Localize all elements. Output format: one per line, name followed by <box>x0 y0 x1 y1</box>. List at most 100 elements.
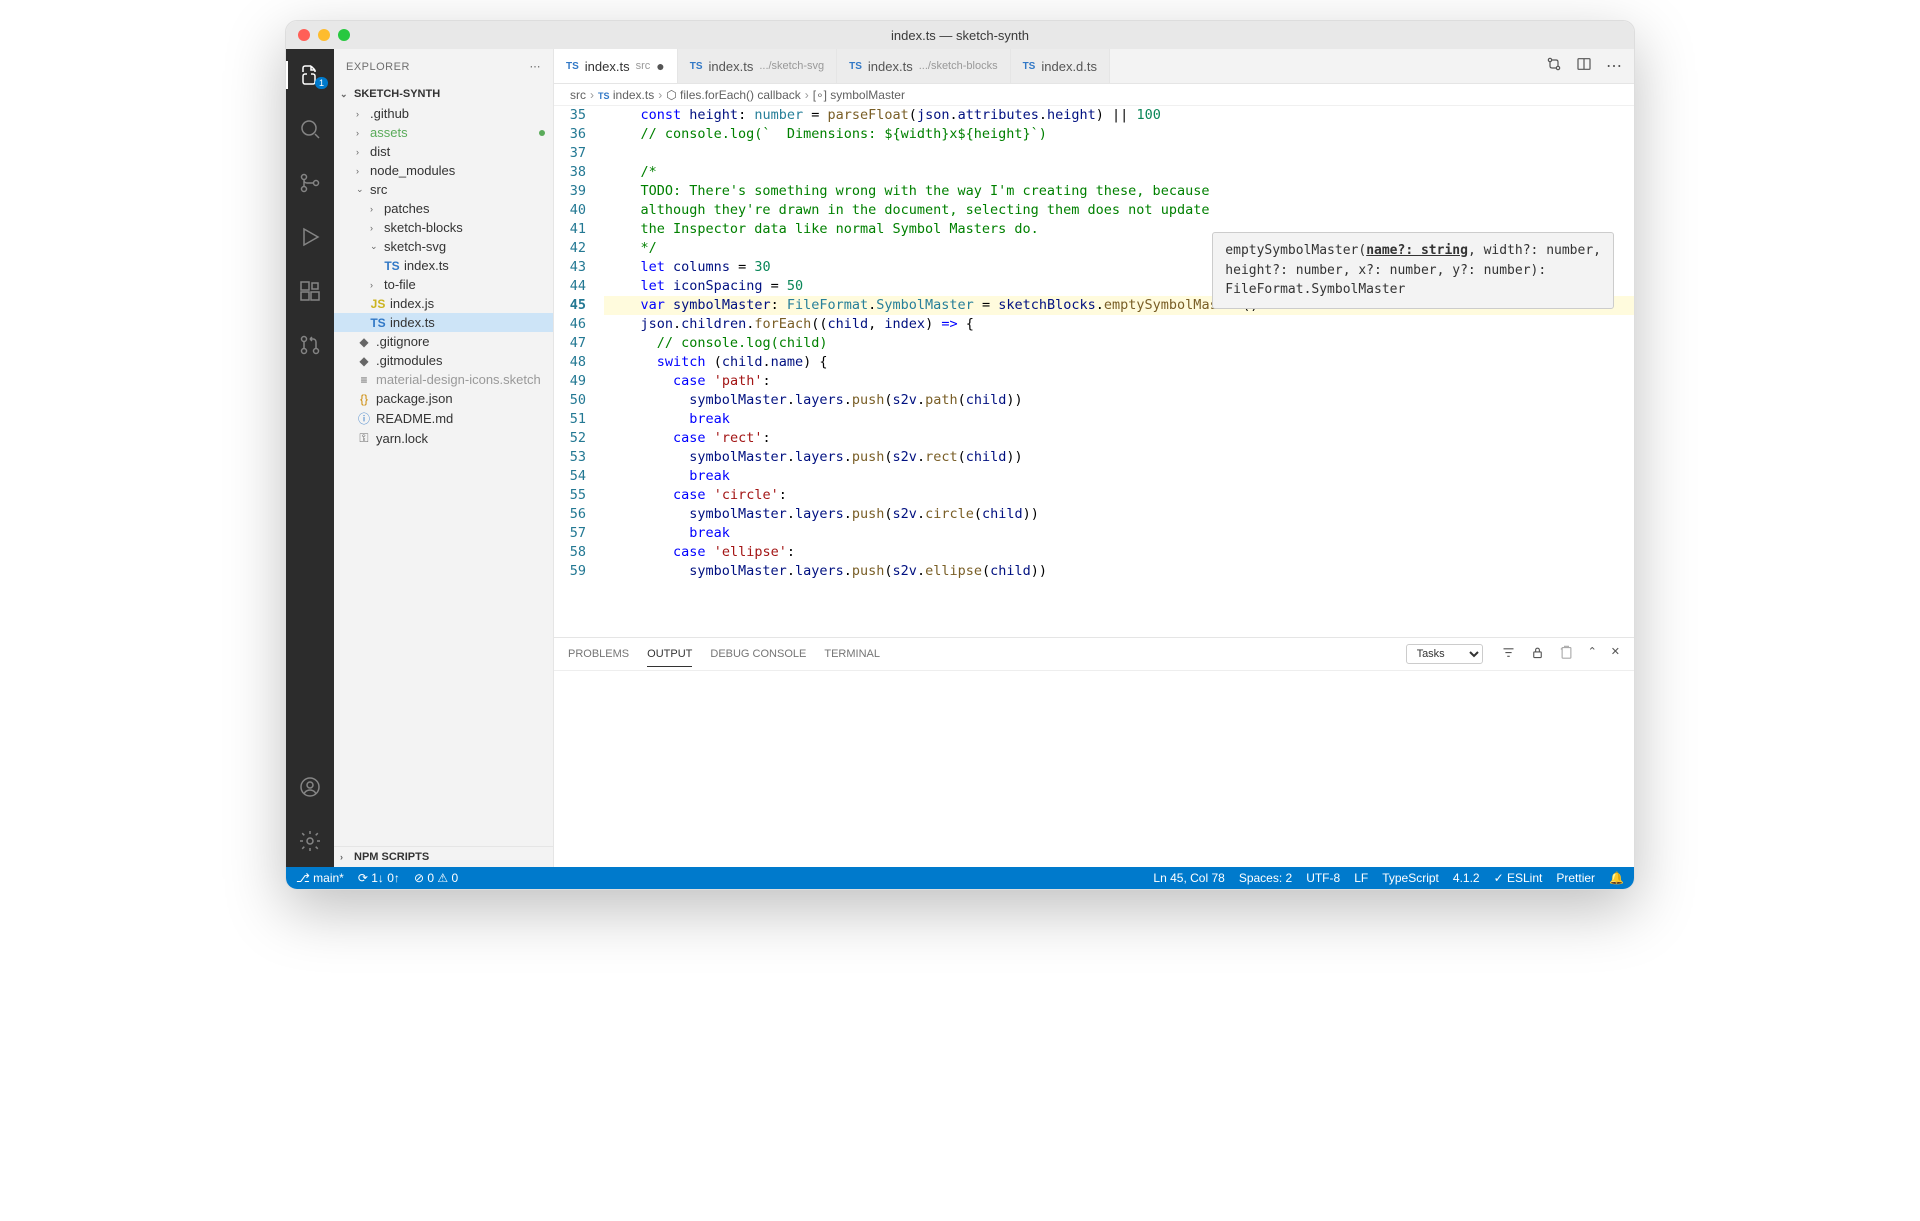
folder-item[interactable]: ⌄sketch-svg <box>334 237 553 256</box>
pull-requests-icon[interactable] <box>286 327 334 363</box>
panel-body <box>554 671 1634 867</box>
code-editor[interactable]: 3536373839404142434445464748495051525354… <box>554 106 1634 637</box>
git-sync[interactable]: ⟳ 1↓ 0↑ <box>358 871 400 885</box>
filter-icon[interactable] <box>1501 645 1516 663</box>
extensions-icon[interactable] <box>286 273 334 309</box>
code-line[interactable]: symbolMaster.layers.push(s2v.rect(child)… <box>604 448 1634 467</box>
close-window-icon[interactable] <box>298 29 310 41</box>
folder-item[interactable]: ›assets <box>334 123 553 142</box>
folder-item[interactable]: ›to-file <box>334 275 553 294</box>
code-content[interactable]: const height: number = parseFloat(json.a… <box>604 106 1634 637</box>
breadcrumb-item[interactable]: ⬡ files.forEach() callback <box>666 88 801 102</box>
split-editor-icon[interactable] <box>1576 56 1592 77</box>
tree-item-label: to-file <box>384 277 416 292</box>
code-line[interactable]: switch (child.name) { <box>604 353 1634 372</box>
language-mode[interactable]: TypeScript <box>1382 871 1439 885</box>
folder-item[interactable]: › node_modules <box>334 161 553 180</box>
zoom-window-icon[interactable] <box>338 29 350 41</box>
sidebar: EXPLORER ⋯ ⌄ SKETCH-SYNTH ›.github›asset… <box>334 49 554 867</box>
code-line[interactable]: although they're drawn in the document, … <box>604 201 1634 220</box>
panel-tab[interactable]: PROBLEMS <box>568 642 629 666</box>
cursor-position[interactable]: Ln 45, Col 78 <box>1153 871 1224 885</box>
code-line[interactable]: case 'path': <box>604 372 1634 391</box>
breadcrumb-item[interactable]: src <box>570 88 586 102</box>
file-item[interactable]: TSindex.ts <box>334 313 553 332</box>
code-line[interactable]: /* <box>604 163 1634 182</box>
panel-tab[interactable]: TERMINAL <box>824 642 880 666</box>
clear-output-icon[interactable] <box>1559 645 1574 663</box>
code-line[interactable]: break <box>604 467 1634 486</box>
panel-tab[interactable]: DEBUG CONSOLE <box>710 642 806 666</box>
output-channel-select[interactable]: Tasks <box>1406 644 1483 664</box>
run-debug-icon[interactable] <box>286 219 334 255</box>
breadcrumb[interactable]: src›TS index.ts›⬡ files.forEach() callba… <box>554 84 1634 106</box>
ts-version[interactable]: 4.1.2 <box>1453 871 1480 885</box>
code-line[interactable]: // console.log(` Dimensions: ${width}x${… <box>604 125 1634 144</box>
folder-item[interactable]: ›dist <box>334 142 553 161</box>
source-control-icon[interactable] <box>286 165 334 201</box>
code-line[interactable]: // console.log(child) <box>604 334 1634 353</box>
ts-file-icon: TS <box>1023 61 1036 72</box>
editor-tab[interactable]: TSindex.ts.../sketch-svg <box>678 49 837 83</box>
prettier-status[interactable]: Prettier <box>1556 871 1595 885</box>
breadcrumb-item[interactable]: TS index.ts <box>598 88 654 102</box>
tree-item-label: patches <box>384 201 430 216</box>
code-line[interactable]: const height: number = parseFloat(json.a… <box>604 106 1634 125</box>
project-header[interactable]: ⌄ SKETCH-SYNTH <box>334 84 553 104</box>
code-line[interactable]: case 'rect': <box>604 429 1634 448</box>
eol[interactable]: LF <box>1354 871 1368 885</box>
git-branch[interactable]: ⎇ main* <box>296 871 344 885</box>
tab-label: index.ts <box>868 59 913 74</box>
lock-icon[interactable] <box>1530 645 1545 663</box>
code-line[interactable]: case 'circle': <box>604 486 1634 505</box>
compare-changes-icon[interactable] <box>1546 56 1562 77</box>
folder-item[interactable]: ›.github <box>334 104 553 123</box>
file-item[interactable]: ◆.gitignore <box>334 332 553 351</box>
search-icon[interactable] <box>286 111 334 147</box>
code-line[interactable]: TODO: There's something wrong with the w… <box>604 182 1634 201</box>
accounts-icon[interactable] <box>286 769 334 805</box>
code-line[interactable]: symbolMaster.layers.push(s2v.ellipse(chi… <box>604 562 1634 581</box>
problems-status[interactable]: ⊘ 0 ⚠ 0 <box>414 871 458 885</box>
code-line[interactable]: json.children.forEach((child, index) => … <box>604 315 1634 334</box>
folder-item[interactable]: ›sketch-blocks <box>334 218 553 237</box>
explorer-icon[interactable]: 1 <box>286 57 334 93</box>
code-line[interactable]: symbolMaster.layers.push(s2v.path(child)… <box>604 391 1634 410</box>
chevron-right-icon: › <box>356 166 366 176</box>
eslint-status[interactable]: ✓ ESLint <box>1494 871 1543 885</box>
tree-item-label: .github <box>370 106 409 121</box>
code-line[interactable] <box>604 144 1634 163</box>
encoding[interactable]: UTF-8 <box>1306 871 1340 885</box>
folder-item[interactable]: ⌄src <box>334 180 553 199</box>
code-line[interactable]: break <box>604 410 1634 429</box>
file-item[interactable]: TSindex.ts <box>334 256 553 275</box>
folder-item[interactable]: ›patches <box>334 199 553 218</box>
file-item[interactable]: ⓘREADME.md <box>334 408 553 429</box>
settings-icon[interactable] <box>286 823 334 859</box>
code-line[interactable]: symbolMaster.layers.push(s2v.circle(chil… <box>604 505 1634 524</box>
breadcrumb-item[interactable]: [∘] symbolMaster <box>813 88 905 102</box>
line-number: 44 <box>554 277 586 296</box>
panel-tab[interactable]: OUTPUT <box>647 642 692 667</box>
indentation[interactable]: Spaces: 2 <box>1239 871 1292 885</box>
editor-tab[interactable]: TSindex.ts.../sketch-blocks <box>837 49 1010 83</box>
code-line[interactable]: break <box>604 524 1634 543</box>
tree-item-label: node_modules <box>370 163 455 178</box>
npm-scripts-header[interactable]: › NPM SCRIPTS <box>334 846 553 867</box>
notifications-icon[interactable]: 🔔 <box>1609 871 1624 885</box>
tab-more-icon[interactable]: ⋯ <box>1606 56 1622 76</box>
close-panel-icon[interactable]: ✕ <box>1611 645 1620 663</box>
file-item[interactable]: {}package.json <box>334 389 553 408</box>
tab-detail: .../sketch-svg <box>759 60 824 72</box>
tree-item-label: .gitmodules <box>376 353 442 368</box>
minimize-window-icon[interactable] <box>318 29 330 41</box>
file-item[interactable]: ≡material-design-icons.sketch <box>334 370 553 389</box>
collapse-panel-icon[interactable]: ⌃ <box>1588 645 1597 663</box>
file-item[interactable]: ◆.gitmodules <box>334 351 553 370</box>
file-item[interactable]: ⚿yarn.lock <box>334 429 553 448</box>
code-line[interactable]: case 'ellipse': <box>604 543 1634 562</box>
file-item[interactable]: JSindex.js <box>334 294 553 313</box>
sidebar-more-icon[interactable]: ⋯ <box>530 60 542 73</box>
editor-tab[interactable]: TSindex.tssrc● <box>554 49 678 83</box>
editor-tab[interactable]: TSindex.d.ts <box>1011 49 1110 83</box>
